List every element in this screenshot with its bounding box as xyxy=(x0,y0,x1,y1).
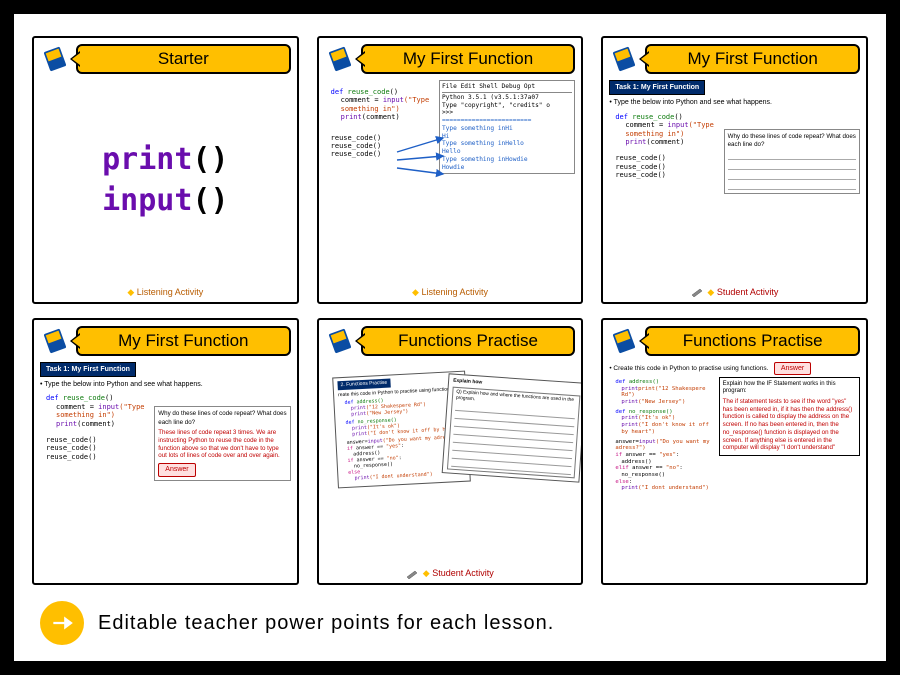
slide-first-function-b: My First Function Task 1: My First Funct… xyxy=(601,36,868,304)
slide-title-bar: Starter xyxy=(76,44,291,74)
slide-title: My First Function xyxy=(645,44,860,74)
slide-title: Starter xyxy=(76,44,291,74)
worksheet-right: Explain how Q) Explain how and where the… xyxy=(442,373,583,482)
slide-body: def reuse_code() comment = input("Type s… xyxy=(325,80,576,282)
slide-functions-practise-a: Functions Practise 2. Functions Practise… xyxy=(317,318,584,586)
footer-tag: ◆ Listening Activity xyxy=(319,287,582,298)
slide-title-bar: My First Function xyxy=(645,44,860,74)
task-bar: Task 1: My First Function xyxy=(609,80,705,95)
answer-button[interactable]: Answer xyxy=(158,463,195,476)
starter-functions: print() input() xyxy=(40,80,291,282)
footer-tag: ◆ Student Activity xyxy=(319,568,582,579)
slide-title: My First Function xyxy=(76,326,291,356)
slide-body: Task 1: My First Function • Type the bel… xyxy=(609,80,860,282)
slide-title-bar: My First Function xyxy=(76,326,291,356)
task-bar: Task 1: My First Function xyxy=(40,362,136,377)
explain-box: Explain how the IF Statement works in th… xyxy=(719,377,860,456)
caption-row: Editable teacher power points for each l… xyxy=(32,601,868,647)
slide-body: print() input() xyxy=(40,80,291,282)
slide-title-bar: Functions Practise xyxy=(361,326,576,356)
pencil-icon xyxy=(406,569,420,579)
answer-box: Why do these lines of code repeat? What … xyxy=(154,406,290,480)
slide-functions-practise-b: Functions Practise • Create this code in… xyxy=(601,318,868,586)
caption-text: Editable teacher power points for each l… xyxy=(98,612,554,635)
page-frame: Starter print() input() ◆ Listening Acti… xyxy=(0,0,900,675)
slide-first-function-answer: My First Function Task 1: My First Funct… xyxy=(32,318,299,586)
footer-tag: ◆ Student Activity xyxy=(603,287,866,298)
slide-body: 2. Functions Practise reate this code in… xyxy=(333,370,580,586)
slide-title: Functions Practise xyxy=(645,326,860,356)
slide-title: My First Function xyxy=(361,44,576,74)
slide-first-function-a: My First Function def reuse_code() comme… xyxy=(317,36,584,304)
answer-button[interactable]: Answer xyxy=(774,362,811,375)
slide-body: • Create this code in Python to practise… xyxy=(609,362,860,564)
ide-output: File Edit Shell Debug Opt Python 3.5.1 (… xyxy=(439,80,575,174)
slide-starter: Starter print() input() ◆ Listening Acti… xyxy=(32,36,299,304)
slide-title-bar: My First Function xyxy=(361,44,576,74)
slide-title-bar: Functions Practise xyxy=(645,326,860,356)
slide-body: Task 1: My First Function • Type the bel… xyxy=(40,362,291,564)
arrow-right-icon xyxy=(40,601,84,645)
slides-grid: Starter print() input() ◆ Listening Acti… xyxy=(32,36,868,585)
pencil-icon xyxy=(691,287,705,297)
footer-tag: ◆ Listening Activity xyxy=(34,287,297,298)
question-box: Why do these lines of code repeat? What … xyxy=(724,129,860,194)
slide-title: Functions Practise xyxy=(361,326,576,356)
